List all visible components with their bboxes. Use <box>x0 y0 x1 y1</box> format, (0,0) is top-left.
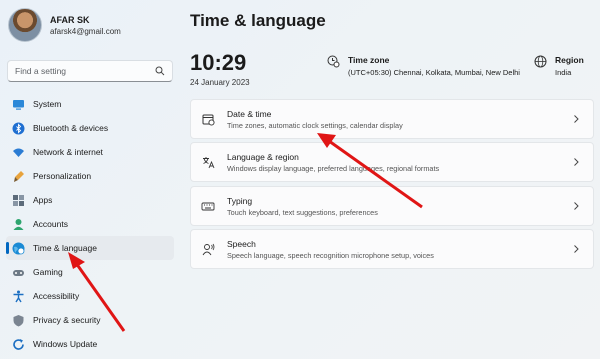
region-text: Region India <box>555 55 584 77</box>
sidebar-item-label: Time & language <box>33 243 97 253</box>
sidebar-item-label: Apps <box>33 195 53 205</box>
globe-clock-icon <box>12 242 25 255</box>
sidebar-item-gaming[interactable]: Gaming <box>6 260 174 284</box>
sidebar-item-label: Personalization <box>33 171 92 181</box>
region-info: Region India <box>534 55 584 77</box>
date-time-card[interactable]: Date & time Time zones, automatic clock … <box>190 99 594 139</box>
brush-icon <box>12 170 25 183</box>
globe-icon <box>534 55 547 68</box>
timezone-title: Time zone <box>348 55 390 65</box>
card-description: Time zones, automatic clock settings, ca… <box>227 120 403 130</box>
accessibility-icon <box>12 290 25 303</box>
card-description: Touch keyboard, text suggestions, prefer… <box>227 207 378 217</box>
sidebar-item-label: System <box>33 99 62 109</box>
search-input[interactable]: Find a setting <box>7 60 173 82</box>
chevron-right-icon <box>574 202 579 210</box>
sidebar-nav: System Bluetooth & devices Network & int… <box>6 92 174 356</box>
sidebar-item-label: Network & internet <box>33 147 103 157</box>
avatar <box>8 8 42 42</box>
card-text: Date & time Time zones, automatic clock … <box>227 109 571 130</box>
search-placeholder: Find a setting <box>15 66 67 76</box>
gaming-icon <box>12 266 25 279</box>
timezone-text: Time zone (UTC+05:30) Chennai, Kolkata, … <box>348 55 520 77</box>
sidebar: AFAR SK afarsk4@gmail.com Find a setting… <box>0 0 182 359</box>
card-description: Speech language, speech recognition micr… <box>227 250 434 260</box>
card-description: Windows display language, preferred lang… <box>227 163 440 173</box>
sidebar-item-time-language[interactable]: Time & language <box>6 236 174 260</box>
card-title: Language & region <box>227 151 299 162</box>
accounts-icon <box>12 218 25 231</box>
chevron-right-icon <box>574 158 579 166</box>
card-title: Typing <box>227 195 253 206</box>
sidebar-item-privacy[interactable]: Privacy & security <box>6 308 174 332</box>
region-value: India <box>555 68 572 77</box>
sidebar-item-windows-update[interactable]: Windows Update <box>6 332 174 356</box>
language-region-card[interactable]: Language & region Windows display langua… <box>190 142 594 182</box>
update-icon <box>12 338 25 351</box>
sidebar-item-label: Bluetooth & devices <box>33 123 109 133</box>
typing-card[interactable]: Typing Touch keyboard, text suggestions,… <box>190 186 594 226</box>
card-text: Speech Speech language, speech recogniti… <box>227 239 571 260</box>
sidebar-item-label: Privacy & security <box>33 315 101 325</box>
wifi-icon <box>12 146 25 159</box>
sidebar-item-network[interactable]: Network & internet <box>6 140 174 164</box>
speech-icon <box>201 242 215 256</box>
region-title: Region <box>555 55 584 65</box>
card-title: Speech <box>227 238 256 249</box>
timezone-value: (UTC+05:30) Chennai, Kolkata, Mumbai, Ne… <box>348 68 520 77</box>
sidebar-item-label: Windows Update <box>33 339 98 349</box>
sidebar-item-apps[interactable]: Apps <box>6 188 174 212</box>
timezone-info: Time zone (UTC+05:30) Chennai, Kolkata, … <box>327 55 520 77</box>
sidebar-item-personalization[interactable]: Personalization <box>6 164 174 188</box>
bluetooth-icon <box>12 122 25 135</box>
current-date: 24 January 2023 <box>190 78 250 87</box>
sidebar-item-label: Accessibility <box>33 291 80 301</box>
language-icon <box>201 155 215 169</box>
profile-email: afarsk4@gmail.com <box>50 26 121 36</box>
card-text: Typing Touch keyboard, text suggestions,… <box>227 196 571 217</box>
sidebar-item-system[interactable]: System <box>6 92 174 116</box>
card-title: Date & time <box>227 108 272 119</box>
chevron-right-icon <box>574 245 579 253</box>
calendar-clock-icon <box>201 112 215 126</box>
main-content: Time & language 10:29 24 January 2023 Ti… <box>190 0 594 359</box>
sidebar-item-label: Accounts <box>33 219 68 229</box>
speech-card[interactable]: Speech Speech language, speech recogniti… <box>190 229 594 269</box>
card-text: Language & region Windows display langua… <box>227 152 571 173</box>
sidebar-item-accounts[interactable]: Accounts <box>6 212 174 236</box>
page-title: Time & language <box>190 11 326 30</box>
search-icon <box>155 66 165 76</box>
chevron-right-icon <box>574 115 579 123</box>
keyboard-icon <box>201 199 215 213</box>
user-profile[interactable]: AFAR SK afarsk4@gmail.com <box>8 8 121 42</box>
current-time: 10:29 <box>190 50 247 75</box>
profile-name: AFAR SK <box>50 14 90 25</box>
system-icon <box>12 98 25 111</box>
apps-icon <box>12 194 25 207</box>
timezone-icon <box>327 55 340 68</box>
profile-text: AFAR SK afarsk4@gmail.com <box>50 15 121 36</box>
shield-icon <box>12 314 25 327</box>
sidebar-item-bluetooth[interactable]: Bluetooth & devices <box>6 116 174 140</box>
sidebar-item-accessibility[interactable]: Accessibility <box>6 284 174 308</box>
sidebar-item-label: Gaming <box>33 267 63 277</box>
